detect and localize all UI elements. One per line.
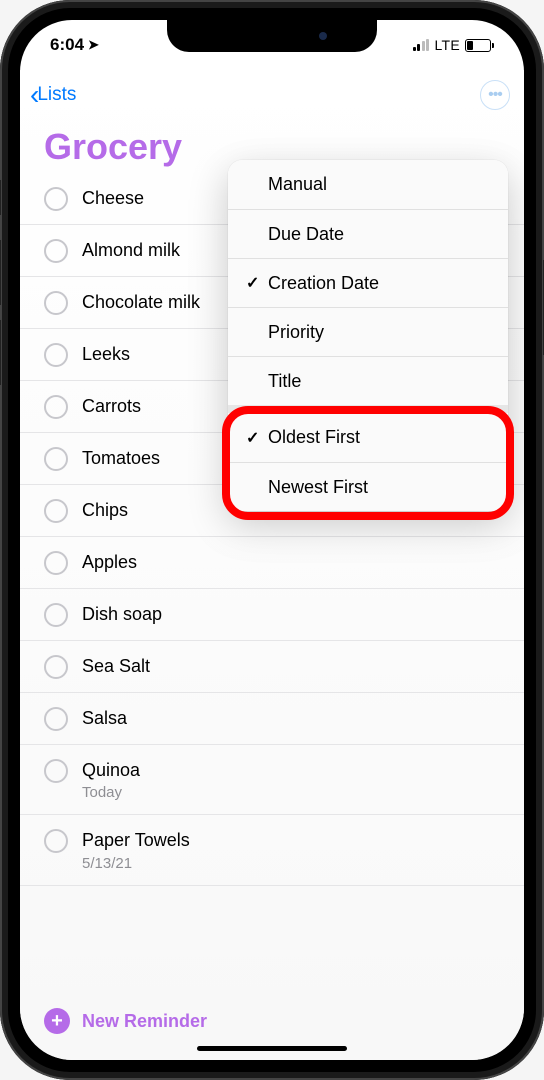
direction-option[interactable]: Newest First: [228, 462, 508, 511]
menu-separator: [228, 405, 508, 413]
complete-circle[interactable]: [44, 829, 68, 853]
reminder-row[interactable]: Dish soap: [20, 589, 524, 641]
complete-circle[interactable]: [44, 343, 68, 367]
complete-circle[interactable]: [44, 603, 68, 627]
sort-menu-popover: ManualDue Date✓Creation DatePriorityTitl…: [228, 160, 508, 511]
complete-circle[interactable]: [44, 655, 68, 679]
sort-label: Priority: [268, 322, 324, 343]
reminder-label: Cheese: [82, 186, 144, 210]
sort-label: Manual: [268, 174, 327, 195]
reminder-label: Carrots: [82, 394, 141, 418]
direction-label: Newest First: [268, 477, 368, 498]
reminder-label: Salsa: [82, 706, 127, 730]
sort-label: Creation Date: [268, 273, 379, 294]
complete-circle[interactable]: [44, 395, 68, 419]
reminder-label: Quinoa: [82, 758, 140, 782]
notch: [167, 20, 377, 52]
plus-icon: +: [44, 1008, 70, 1034]
sort-option[interactable]: Manual: [228, 160, 508, 209]
phone-frame: 6:04 ➤ LTE ‹ Lists: [0, 0, 544, 1080]
status-time: 6:04: [50, 35, 84, 55]
complete-circle[interactable]: [44, 707, 68, 731]
direction-label: Oldest First: [268, 427, 360, 448]
sort-option[interactable]: Title: [228, 356, 508, 405]
reminder-row[interactable]: Quinoa Today: [20, 745, 524, 815]
complete-circle[interactable]: [44, 187, 68, 211]
sort-label: Due Date: [268, 224, 344, 245]
reminder-label: Dish soap: [82, 602, 162, 626]
reminder-subtext: 5/13/21: [82, 855, 190, 872]
reminder-label: Paper Towels: [82, 828, 190, 852]
direction-option[interactable]: ✓Oldest First: [228, 413, 508, 462]
complete-circle[interactable]: [44, 239, 68, 263]
reminder-row[interactable]: Paper Towels 5/13/21: [20, 815, 524, 885]
network-label: LTE: [434, 37, 460, 53]
sort-option[interactable]: Due Date: [228, 209, 508, 258]
back-label: Lists: [37, 84, 76, 106]
screen: 6:04 ➤ LTE ‹ Lists: [20, 20, 524, 1060]
ellipsis-icon: •••: [488, 86, 502, 104]
complete-circle[interactable]: [44, 291, 68, 315]
signal-icon: [413, 39, 430, 51]
complete-circle[interactable]: [44, 759, 68, 783]
new-reminder-label: New Reminder: [82, 1011, 207, 1032]
reminder-label: Leeks: [82, 342, 130, 366]
reminder-label: Apples: [82, 550, 137, 574]
checkmark-icon: ✓: [246, 428, 268, 448]
nav-bar: ‹ Lists •••: [20, 70, 524, 120]
sort-label: Title: [268, 371, 301, 392]
reminder-label: Tomatoes: [82, 446, 160, 470]
reminder-row[interactable]: Apples: [20, 537, 524, 589]
checkmark-icon: ✓: [246, 273, 268, 293]
reminder-label: Chips: [82, 498, 128, 522]
location-icon: ➤: [88, 37, 99, 53]
battery-icon: [465, 39, 494, 52]
reminder-row[interactable]: Salsa: [20, 693, 524, 745]
sort-option[interactable]: ✓Creation Date: [228, 258, 508, 307]
reminder-subtext: Today: [82, 784, 140, 801]
reminder-label: Chocolate milk: [82, 290, 200, 314]
home-indicator[interactable]: [197, 1046, 347, 1051]
reminder-row[interactable]: Sea Salt: [20, 641, 524, 693]
more-button[interactable]: •••: [480, 80, 510, 110]
sort-option[interactable]: Priority: [228, 307, 508, 356]
complete-circle[interactable]: [44, 447, 68, 471]
complete-circle[interactable]: [44, 551, 68, 575]
back-button[interactable]: ‹ Lists: [30, 81, 76, 109]
reminder-label: Sea Salt: [82, 654, 150, 678]
complete-circle[interactable]: [44, 499, 68, 523]
reminder-label: Almond milk: [82, 238, 180, 262]
